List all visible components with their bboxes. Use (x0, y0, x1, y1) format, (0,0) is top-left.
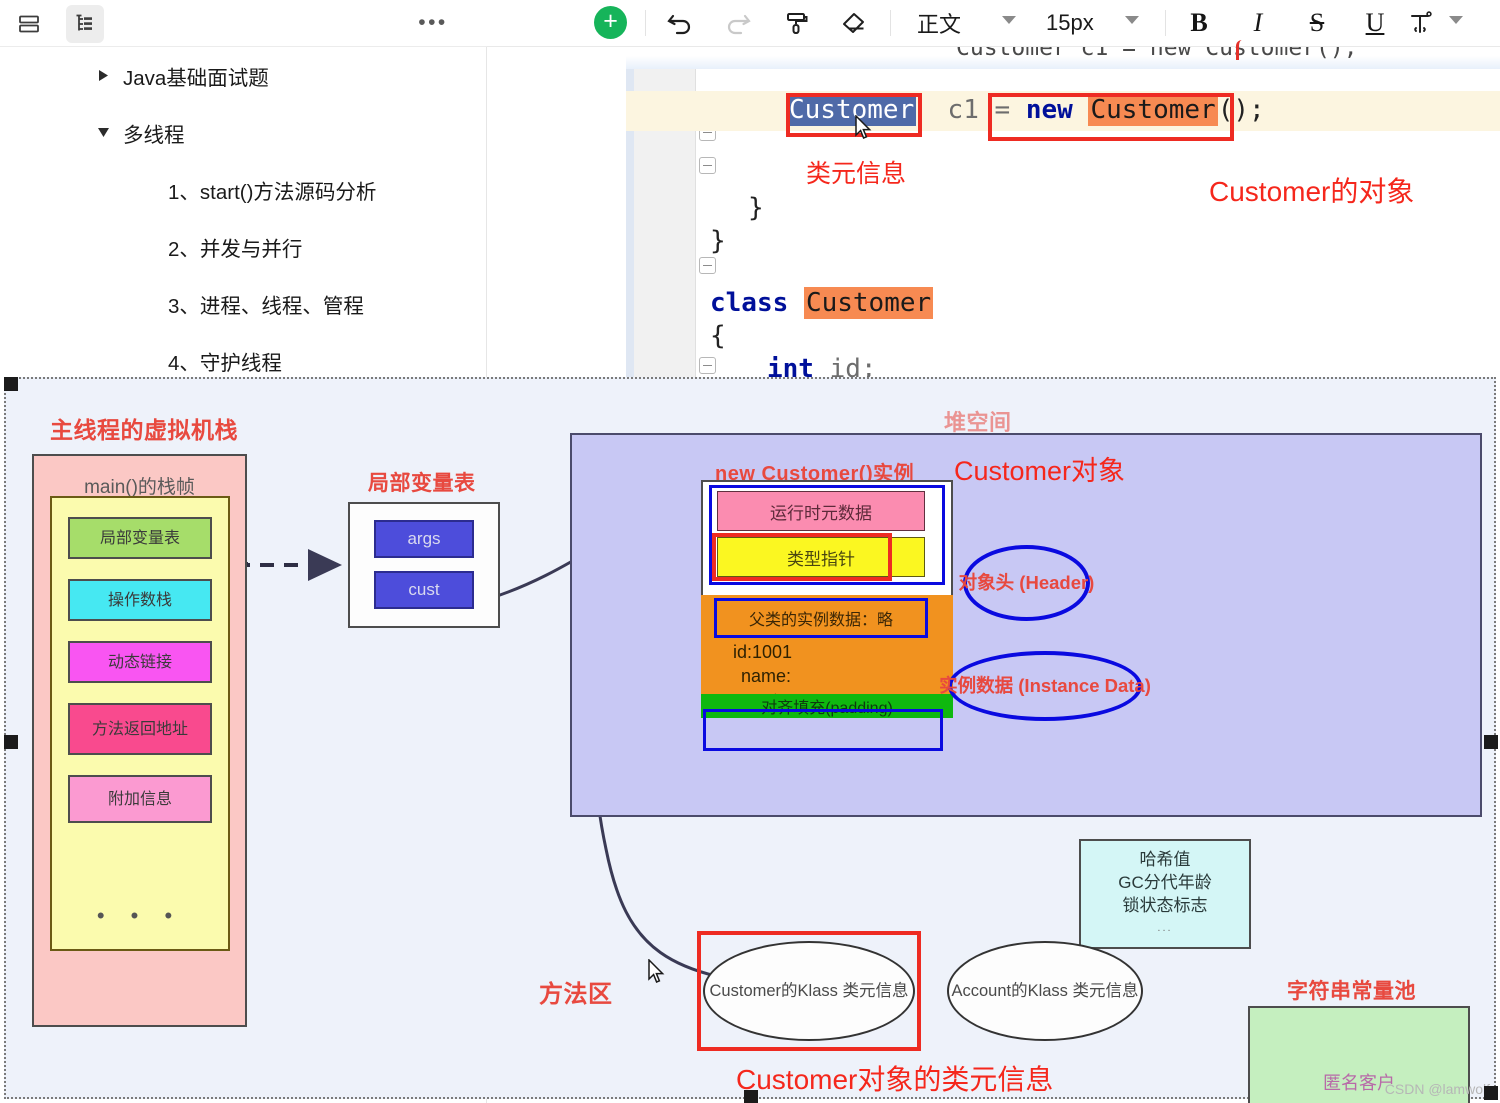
eraser-icon[interactable] (835, 7, 871, 40)
padding-outline (703, 709, 943, 751)
token-class: class (710, 288, 789, 318)
italic-button[interactable]: I (1238, 4, 1278, 42)
token-class-name: Customer (803, 287, 934, 319)
frame-slot-extra-info: 附加信息 (68, 775, 212, 823)
code-red-frame-fragment (1236, 40, 1500, 60)
outline-item-label: 2、并发与并行 (168, 237, 303, 261)
outline-item-label: 多线程 (123, 123, 185, 147)
frame-slot-local-var-table: 局部变量表 (68, 517, 212, 559)
code-line-2: } (748, 193, 764, 223)
string-pool-title: 字符串常量池 (1287, 980, 1416, 1003)
outline-more-button[interactable]: ••• (415, 6, 451, 40)
outline-item-java-basics[interactable]: Java基础面试题 (0, 47, 487, 104)
method-area-caption: Customer对象的类元信息 (736, 1064, 1054, 1095)
mouse-pointer-icon-diagram (648, 958, 668, 987)
outline-item-process-thread[interactable]: 3、进程、线程、管程 (0, 275, 487, 332)
chevron-down-icon[interactable] (1125, 16, 1139, 24)
code-highlight-box-metainfo (786, 93, 922, 137)
outline-toolbar: ••• (0, 0, 487, 47)
mouse-pointer-icon (855, 114, 875, 143)
redo-icon[interactable] (720, 7, 756, 40)
annotation-meta-info: 类元信息 (806, 160, 907, 188)
field-name: name: (741, 666, 792, 686)
outline-item-label: 1、start()方法源码分析 (168, 180, 377, 204)
outline-list: Java基础面试题 多线程 1、start()方法源码分析 2、并发与并行 3、… (0, 47, 487, 389)
code-line-3: } (710, 226, 726, 256)
stack-ellipsis: • • • (96, 903, 183, 928)
frame-slot-operand-stack: 操作数栈 (68, 579, 212, 621)
object-header-detail-text: 哈希值 GC分代年龄 锁状态标志 (1118, 850, 1212, 915)
paragraph-style-select[interactable]: 正文 (917, 6, 961, 40)
outline-item-multithreading[interactable]: 多线程 (0, 104, 487, 161)
outline-item-concurrency[interactable]: 2、并发与并行 (0, 218, 487, 275)
outline-item-label: 3、进程、线程、管程 (168, 294, 364, 318)
strikethrough-button[interactable]: S (1297, 4, 1337, 42)
klass-customer-highlight (697, 931, 921, 1051)
add-button[interactable]: + (594, 6, 627, 39)
local-var-table-title: 局部变量表 (368, 472, 476, 495)
watermark: CSDN @lamwolf (1384, 1081, 1490, 1097)
fold-toggle[interactable] (699, 357, 716, 374)
annotation-customer-object-diagram: Customer对象 (954, 456, 1126, 486)
frame-slot-dynamic-link: 动态链接 (68, 641, 212, 683)
fold-toggle[interactable] (699, 157, 716, 174)
runtime-metadata-row: 运行时元数据 (717, 491, 925, 531)
method-area-title: 方法区 (539, 981, 613, 1008)
underline-button[interactable]: U (1355, 4, 1395, 42)
font-size-select[interactable]: 15px (1046, 6, 1094, 40)
bold-button[interactable]: B (1179, 4, 1219, 42)
callout-object-header: 对象头 (Header) (959, 545, 1094, 621)
stack-title: 主线程的虚拟机栈 (50, 417, 238, 443)
type-pointer-highlight (712, 533, 892, 581)
klass-account-ellipse: Account的Klass 类元信息 (947, 941, 1143, 1041)
parent-instance-data-row: 父类的实例数据：略 (717, 601, 925, 635)
chevron-right-icon[interactable] (95, 68, 111, 84)
selection-handle-s[interactable] (744, 1090, 758, 1103)
code-highlight-box-newobject (988, 93, 1234, 141)
outline-item-start-method[interactable]: 1、start()方法源码分析 (0, 161, 487, 218)
outline-tree-icon[interactable] (66, 5, 104, 43)
toolbar-divider (1165, 10, 1166, 36)
object-header-detail-box: 哈希值 GC分代年龄 锁状态标志 ... (1079, 839, 1251, 949)
code-line-5: { (710, 321, 726, 351)
annotation-customer-object: Customer的对象 (1209, 176, 1415, 207)
selection-handle-w[interactable] (4, 735, 18, 749)
local-var-cell-args: args (374, 520, 474, 558)
selection-handle-se[interactable] (1484, 1086, 1498, 1100)
field-id: id:1001 (733, 642, 793, 662)
selection-handle-nw[interactable] (4, 377, 18, 391)
outline-item-label: 4、守护线程 (168, 351, 282, 375)
chevron-down-icon[interactable] (95, 125, 111, 141)
toolbar-divider (645, 10, 646, 36)
fold-toggle[interactable] (699, 257, 716, 274)
selection-handle-e[interactable] (1484, 735, 1498, 749)
code-line-4: class Customer (710, 287, 934, 320)
diagram-image[interactable]: 主线程的虚拟机栈 main()的栈帧 局部变量表 操作数栈 动态链接 方法返回地… (4, 377, 1496, 1103)
chevron-down-icon[interactable] (1449, 16, 1463, 24)
token-c1: c1 (947, 95, 979, 125)
text-style-icon[interactable] (1403, 7, 1439, 40)
callout-instance-data: 实例数据 (Instance Data) (939, 651, 1151, 721)
main-frame-title: main()的栈帧 (84, 477, 195, 498)
object-header-detail-ellipsis: ... (1157, 922, 1173, 934)
outline-item-label: Java基础面试题 (123, 66, 269, 90)
local-var-cell-cust: cust (374, 571, 474, 609)
chevron-down-icon[interactable] (1002, 16, 1016, 24)
panel-layout-icon[interactable] (10, 5, 48, 43)
frame-slot-return-address: 方法返回地址 (68, 703, 212, 755)
format-painter-icon[interactable] (779, 7, 815, 40)
undo-icon[interactable] (662, 7, 698, 40)
toolbar-divider (890, 10, 891, 36)
